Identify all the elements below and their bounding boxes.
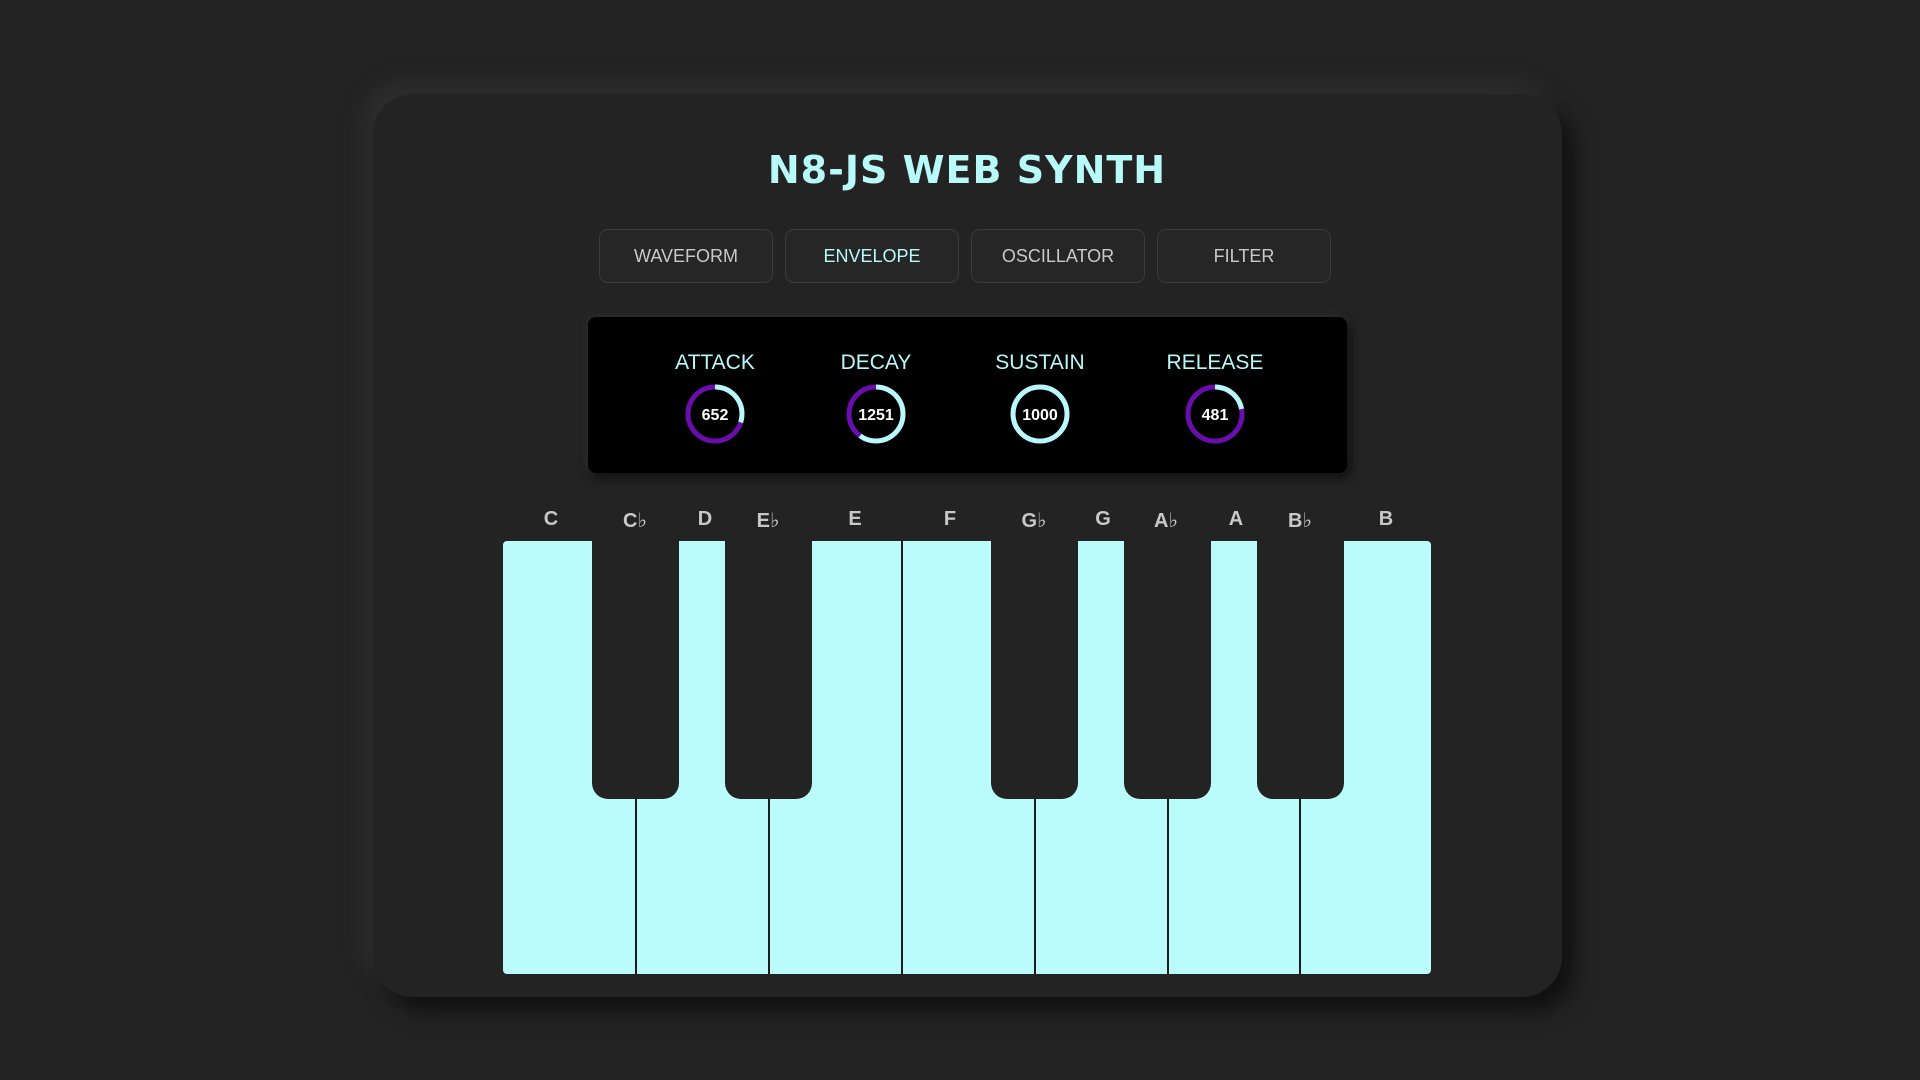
tab-waveform[interactable]: WAVEFORM [599,229,773,283]
tab-envelope[interactable]: ENVELOPE [785,229,959,283]
attack-control: ATTACK 652 [645,351,785,446]
tab-filter[interactable]: FILTER [1157,229,1331,283]
note-label-a: A [1228,508,1244,530]
release-knob[interactable]: 481 [1183,382,1247,446]
attack-label: ATTACK [675,351,755,374]
note-label-e: E [848,508,862,530]
app-title: N8-JS WEB SYNTH [767,148,1167,192]
note-label-b-flat: B♭ [1288,510,1312,532]
attack-knob[interactable]: 652 [683,382,747,446]
note-label-g-flat: G♭ [1021,510,1047,532]
note-label-b: B [1378,508,1394,530]
sustain-label: SUSTAIN [995,351,1085,374]
black-key-3[interactable] [991,541,1078,799]
note-label-f: F [943,508,957,530]
black-key-1[interactable] [592,541,679,799]
note-label-d: D [697,508,713,530]
sustain-knob[interactable]: 1000 [1008,382,1072,446]
attack-value: 652 [702,407,729,424]
piano-keyboard [503,541,1431,974]
decay-control: DECAY 1251 [806,351,946,446]
note-label-g: G [1095,508,1111,530]
note-labels: C C♭ D E♭ E F G♭ G A♭ A B♭ B [0,508,1920,538]
black-key-2[interactable] [725,541,812,799]
note-label-c-flat: C♭ [623,510,647,532]
decay-value: 1251 [858,407,894,424]
black-key-4[interactable] [1124,541,1211,799]
black-key-5[interactable] [1257,541,1344,799]
decay-label: DECAY [840,351,912,374]
release-value: 481 [1202,407,1229,424]
release-control: RELEASE 481 [1145,351,1285,446]
sustain-control: SUSTAIN 1000 [970,351,1110,446]
sustain-value: 1000 [1022,407,1058,424]
envelope-panel: ATTACK 652 DECAY 1251 SUSTAIN 1000 RELEA… [588,317,1347,473]
tab-oscillator[interactable]: OSCILLATOR [971,229,1145,283]
decay-knob[interactable]: 1251 [844,382,908,446]
release-label: RELEASE [1166,351,1264,374]
tab-bar: WAVEFORM ENVELOPE OSCILLATOR FILTER [599,229,1331,283]
note-label-c: C [543,508,559,530]
note-label-e-flat: E♭ [756,510,780,532]
note-label-a-flat: A♭ [1154,510,1178,532]
